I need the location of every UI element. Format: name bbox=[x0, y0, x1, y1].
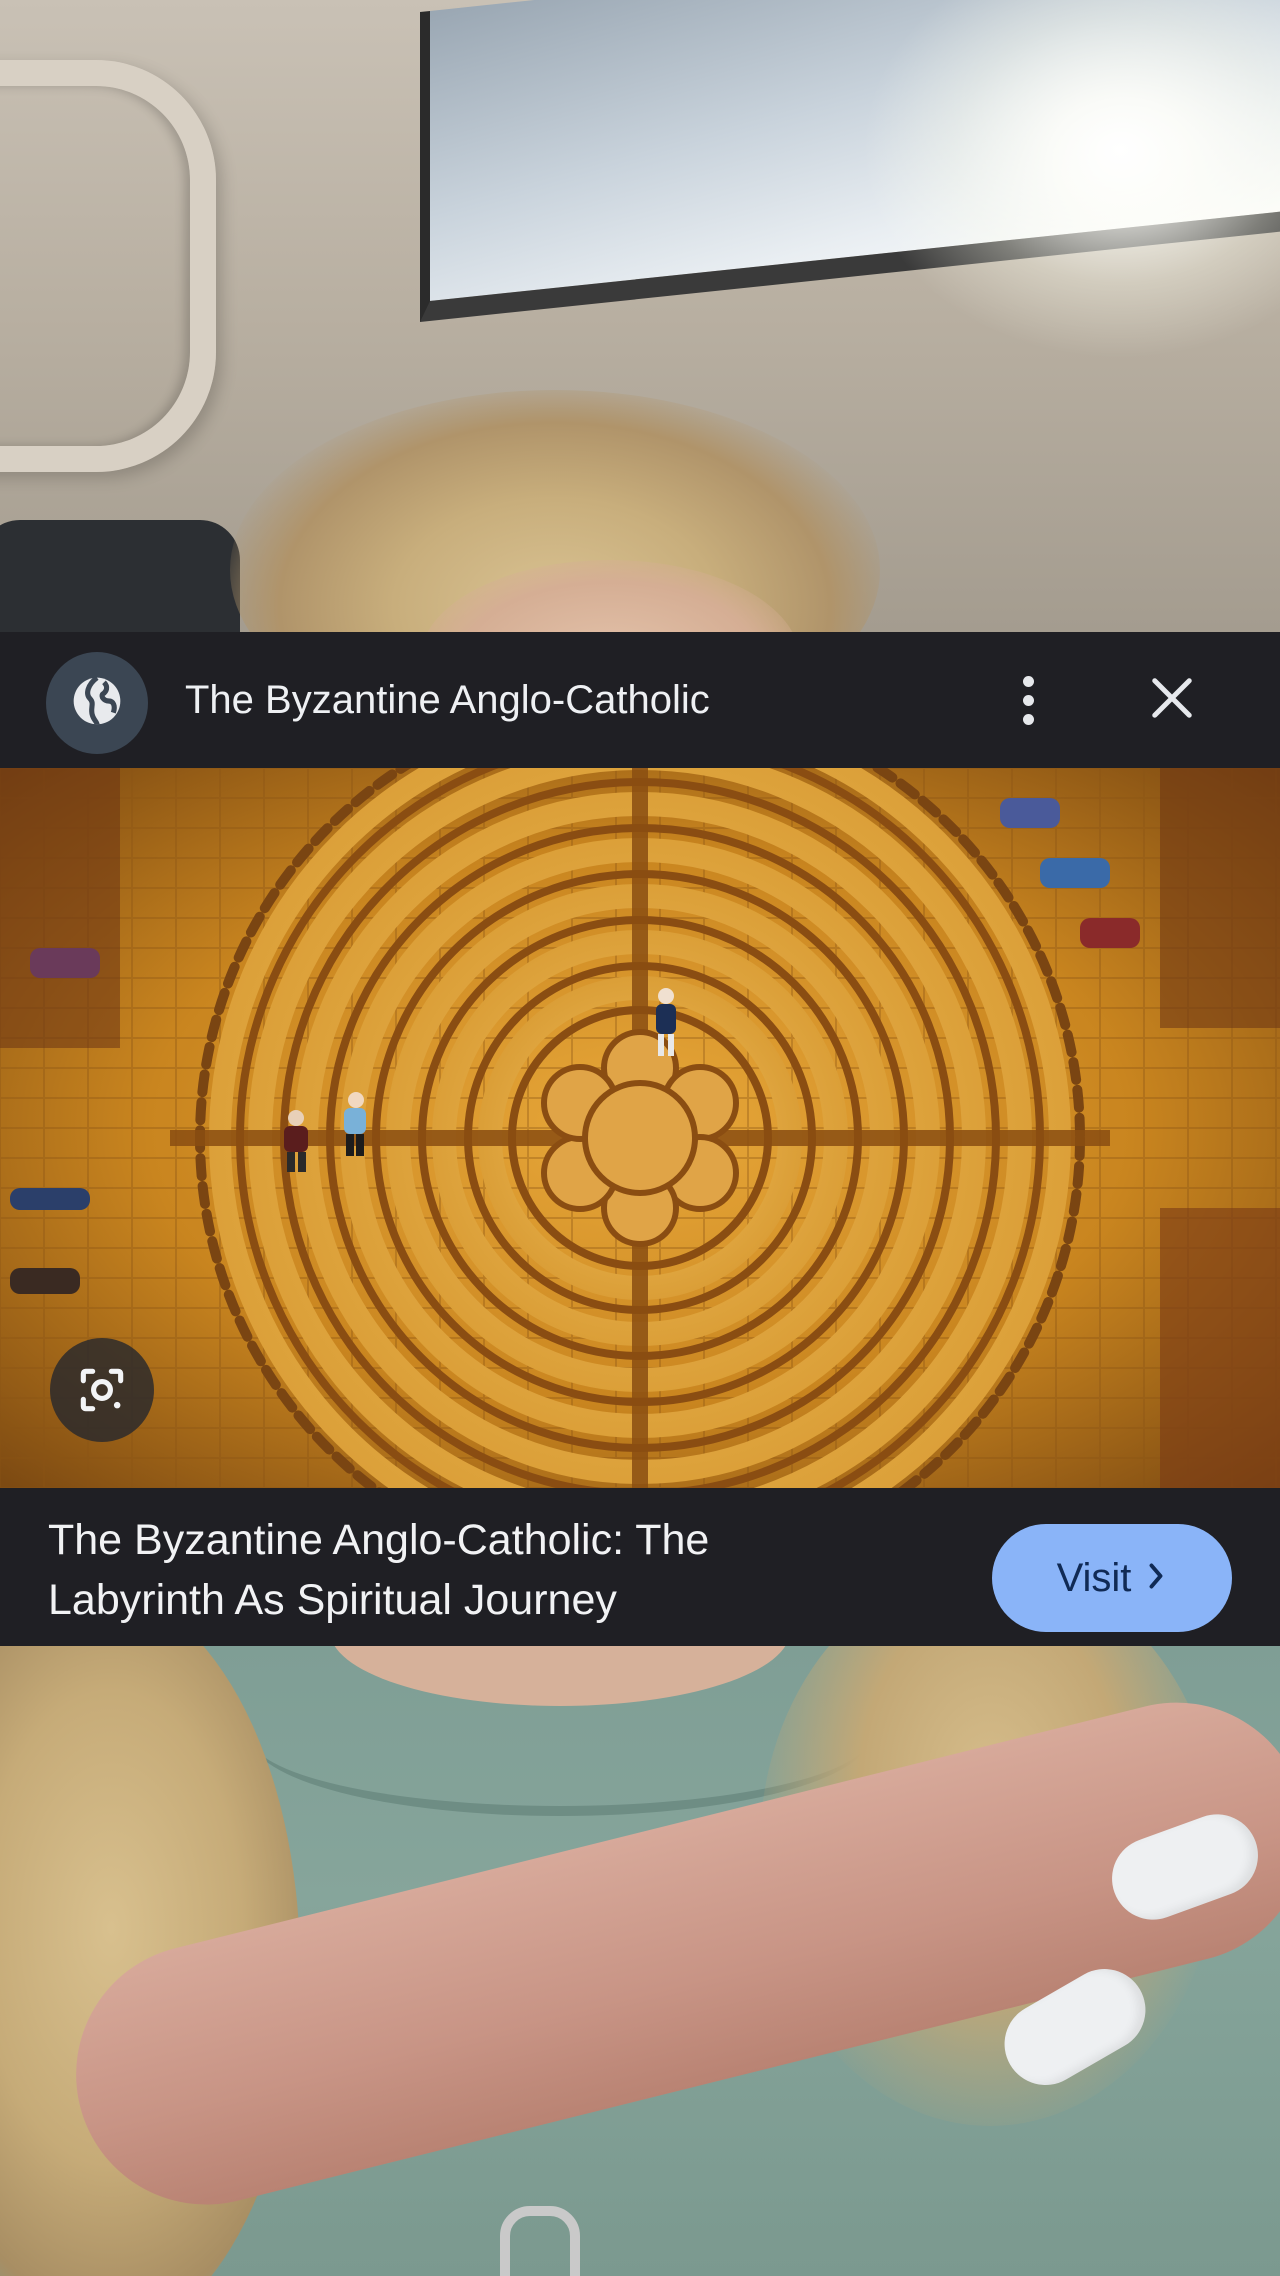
ring bbox=[500, 2206, 580, 2276]
visit-label: Visit bbox=[1056, 1555, 1132, 1600]
close-button[interactable] bbox=[1140, 656, 1204, 744]
link-preview-header: The Byzantine Anglo-Catholic bbox=[0, 632, 1280, 768]
globe-icon bbox=[69, 673, 125, 734]
image-search-icon bbox=[74, 1362, 130, 1418]
article-title[interactable]: The Byzantine Anglo-Catholic: The Labyri… bbox=[48, 1510, 888, 1630]
labyrinth-image bbox=[0, 768, 1280, 1488]
grab-handle bbox=[0, 60, 216, 472]
door-shadow bbox=[0, 520, 240, 632]
site-title: The Byzantine Anglo-Catholic bbox=[185, 678, 710, 722]
close-icon bbox=[1149, 675, 1195, 726]
background-video-top bbox=[0, 0, 1280, 632]
lens-search-button[interactable] bbox=[50, 1338, 154, 1442]
visit-button[interactable]: Visit bbox=[992, 1524, 1232, 1632]
sun-glare bbox=[860, 0, 1280, 360]
chevron-right-icon bbox=[1145, 1556, 1167, 1601]
preview-caption: The Byzantine Anglo-Catholic: The Labyri… bbox=[0, 1488, 1280, 1646]
more-vert-icon bbox=[1022, 675, 1034, 687]
site-favicon bbox=[46, 652, 148, 754]
background-video-bottom bbox=[0, 1646, 1280, 2276]
more-options-button[interactable] bbox=[1000, 656, 1056, 744]
preview-image[interactable] bbox=[0, 768, 1280, 1488]
